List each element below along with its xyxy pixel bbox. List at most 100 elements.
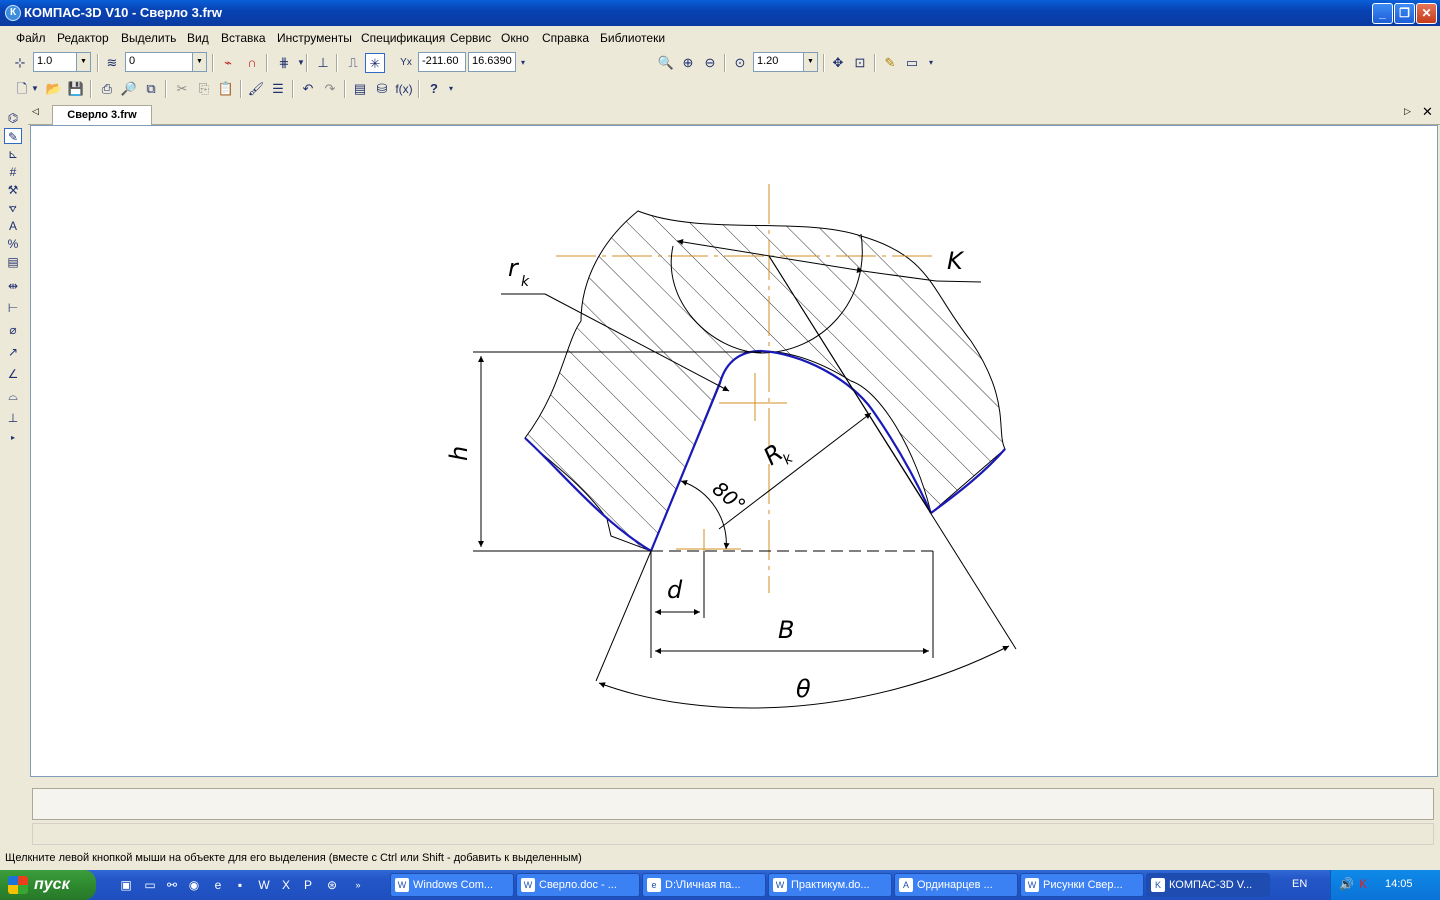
task-word-risunki[interactable]: W Рисунки Свер...: [1020, 873, 1144, 897]
new-document-icon[interactable]: 🗋: [12, 79, 32, 99]
menu-select[interactable]: Выделить: [121, 31, 176, 45]
quicklaunch-network-icon[interactable]: ⚯: [164, 877, 180, 893]
menu-window[interactable]: Окно: [501, 31, 529, 45]
step-combo[interactable]: 1.0 ▼: [33, 52, 91, 72]
tab-scroll-right-icon[interactable]: ▷: [1404, 106, 1411, 117]
menu-specification[interactable]: Спецификация: [361, 31, 445, 45]
close-document-icon[interactable]: ✕: [1422, 104, 1433, 120]
task-windows-commander[interactable]: W Windows Com...: [390, 873, 514, 897]
menu-view[interactable]: Вид: [187, 31, 209, 45]
print-preview-icon[interactable]: 🔎: [119, 79, 139, 99]
edit-icon[interactable]: ✎: [4, 128, 22, 144]
ortho-icon[interactable]: ⎍: [343, 53, 363, 73]
layer-combo[interactable]: 0 ▼: [125, 52, 207, 72]
tab-document[interactable]: Сверло 3.frw: [52, 105, 152, 125]
view-icon[interactable]: ▭: [902, 53, 922, 73]
antivirus-icon[interactable]: K: [1359, 877, 1367, 891]
measure-icon[interactable]: ⦡: [4, 200, 22, 216]
spec-icon[interactable]: ▤: [4, 254, 22, 270]
copy-properties-icon[interactable]: 🖌: [246, 79, 266, 99]
task-word-praktikum[interactable]: W Практикум.do...: [768, 873, 892, 897]
hatch-icon[interactable]: #: [4, 164, 22, 180]
menu-insert[interactable]: Вставка: [221, 31, 266, 45]
quicklaunch-firefox-icon[interactable]: ◉: [186, 877, 202, 893]
quicklaunch-more-icon[interactable]: »: [350, 877, 366, 893]
copy-icon[interactable]: ⎘: [194, 79, 214, 99]
zoom-combo[interactable]: 1.20 ▼: [753, 52, 818, 72]
menu-service[interactable]: Сервис: [450, 31, 491, 45]
undo-icon[interactable]: ↶: [298, 79, 318, 99]
horizontal-dim-icon[interactable]: ⊢: [4, 300, 22, 316]
task-word-sverlo[interactable]: W Сверло.doc - ...: [516, 873, 640, 897]
geometry-icon[interactable]: ⌬: [4, 110, 22, 126]
paste-icon[interactable]: 📋: [216, 79, 236, 99]
menu-edit[interactable]: Редактор: [57, 31, 109, 45]
clock[interactable]: 14:05: [1385, 878, 1413, 890]
save-icon[interactable]: 💾: [66, 79, 86, 99]
coord-x-field[interactable]: -211.60: [418, 52, 466, 72]
menu-libraries[interactable]: Библиотеки: [600, 31, 665, 45]
snap-step-icon[interactable]: ⊹: [10, 53, 30, 73]
radius-icon[interactable]: ↗: [4, 344, 22, 360]
quicklaunch-word-icon[interactable]: W: [256, 877, 272, 893]
property-panel[interactable]: [32, 788, 1434, 820]
show-all-icon[interactable]: ⊡: [850, 53, 870, 73]
quicklaunch-save-icon[interactable]: ▪: [232, 877, 248, 893]
print-icon[interactable]: ⎙: [97, 79, 117, 99]
redo-icon[interactable]: ↷: [320, 79, 340, 99]
menu-tools[interactable]: Инструменты: [277, 31, 352, 45]
quicklaunch-powerpoint-icon[interactable]: P: [300, 877, 316, 893]
help-cursor-icon[interactable]: ?: [424, 79, 444, 99]
library-icon[interactable]: ⛁: [372, 79, 392, 99]
task-pdf[interactable]: A Ординарцев ...: [894, 873, 1018, 897]
diameter-icon[interactable]: ⌀: [4, 322, 22, 338]
minimize-button[interactable]: _: [1372, 3, 1393, 24]
menu-help[interactable]: Справка: [542, 31, 589, 45]
leader-icon[interactable]: ⊥: [4, 410, 22, 426]
pan-icon[interactable]: ✥: [828, 53, 848, 73]
parametrize-icon[interactable]: ⚒: [4, 182, 22, 198]
quicklaunch-desktop-icon[interactable]: ▣: [118, 877, 134, 893]
local-cs-icon[interactable]: ⊥: [313, 53, 333, 73]
properties-icon[interactable]: ⌁: [218, 53, 238, 73]
task-kompas[interactable]: K КОМПАС-3D V...: [1146, 873, 1270, 897]
zoom-out-icon[interactable]: ⊖: [700, 53, 720, 73]
snap-toggle-icon[interactable]: ✳: [365, 53, 385, 73]
chevron-down-icon[interactable]: ▼: [30, 79, 40, 99]
select-icon[interactable]: %: [4, 236, 22, 252]
menu-file[interactable]: Файл: [16, 31, 46, 45]
variables-icon[interactable]: f(x): [394, 79, 414, 99]
arc-dim-icon[interactable]: ⌓: [4, 388, 22, 404]
toolbar-overflow-icon[interactable]: ▾: [926, 53, 936, 73]
restore-button[interactable]: ❐: [1394, 3, 1415, 24]
refresh-icon[interactable]: ✎: [880, 53, 900, 73]
language-indicator[interactable]: EN: [1292, 878, 1307, 890]
manager-icon[interactable]: ▤: [350, 79, 370, 99]
toolbar-overflow-icon[interactable]: ▾: [446, 79, 456, 99]
designation-icon[interactable]: A: [4, 218, 22, 234]
zoom-in-icon[interactable]: ⊕: [678, 53, 698, 73]
toolbar-overflow-icon[interactable]: ▾: [518, 53, 528, 73]
quicklaunch-show-desktop-icon[interactable]: ▭: [142, 877, 158, 893]
quicklaunch-app-icon[interactable]: ⊛: [324, 877, 340, 893]
coord-y-field[interactable]: 16.6390: [468, 52, 516, 72]
task-explorer[interactable]: e D:\Личная па...: [642, 873, 766, 897]
close-button[interactable]: ✕: [1416, 3, 1437, 24]
open-folder-icon[interactable]: 📂: [44, 79, 64, 99]
speaker-icon[interactable]: 🔊: [1339, 877, 1354, 891]
linear-dim-icon[interactable]: ⇹: [4, 278, 22, 294]
zoom-window-icon[interactable]: 🔍: [656, 53, 676, 73]
chevron-down-icon[interactable]: ▼: [291, 53, 311, 73]
angle-dim-icon[interactable]: ∠: [4, 366, 22, 382]
quicklaunch-excel-icon[interactable]: X: [278, 877, 294, 893]
properties-list-icon[interactable]: ☰: [268, 79, 288, 99]
quicklaunch-ie-icon[interactable]: e: [210, 877, 226, 893]
chevron-right-icon[interactable]: ▸: [4, 430, 22, 446]
tab-scroll-left-icon[interactable]: ◁: [32, 106, 39, 117]
start-button[interactable]: пуск: [0, 870, 96, 900]
zoom-scale-icon[interactable]: ⊙: [730, 53, 750, 73]
drawing-canvas[interactable]: r k K h R k 80° d B θ: [30, 125, 1438, 777]
preview-icon[interactable]: ⧉: [141, 79, 161, 99]
layers-icon[interactable]: ≋: [102, 53, 122, 73]
magnet-icon[interactable]: ∩: [242, 53, 262, 73]
